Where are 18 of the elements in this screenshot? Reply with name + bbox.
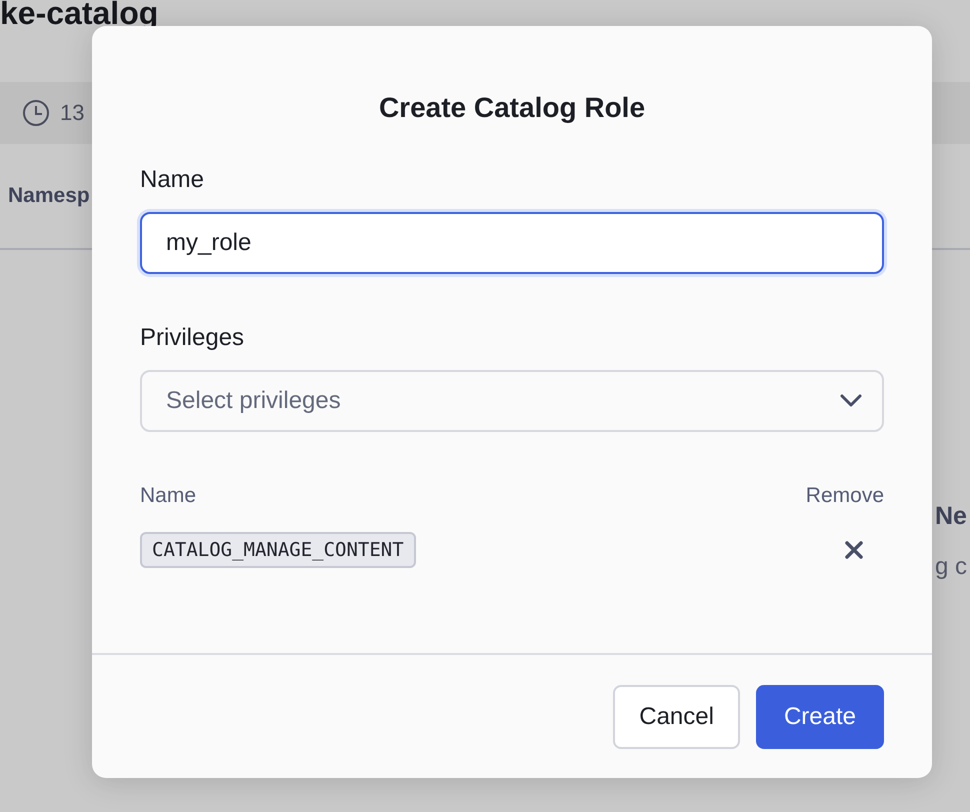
empty-state-text: g c <box>935 553 968 581</box>
field-label: Privileges <box>140 324 246 352</box>
field-label: Name <box>140 166 206 194</box>
timestamp: 13 <box>60 100 84 126</box>
dialog-title: Create Catalog Role <box>378 92 646 124</box>
clock-icon <box>22 99 50 128</box>
column-header: Remove <box>806 484 884 508</box>
remove-icon[interactable] <box>844 540 864 560</box>
empty-state-title: Ne <box>935 502 968 531</box>
column-header: Namesp <box>8 184 90 208</box>
cancel-button[interactable]: Cancel <box>613 684 740 748</box>
privileges-dropdown[interactable]: Select privileges <box>140 370 884 432</box>
chevron-down-icon <box>840 394 862 408</box>
privilege-tag: CATALOG_MANAGE_CONTENT <box>140 532 416 568</box>
column-header: Name <box>140 484 196 508</box>
page-title: ke-catalog <box>0 0 160 32</box>
create-button[interactable]: Create <box>756 684 884 748</box>
name-input-field[interactable]: my_role <box>140 212 884 274</box>
